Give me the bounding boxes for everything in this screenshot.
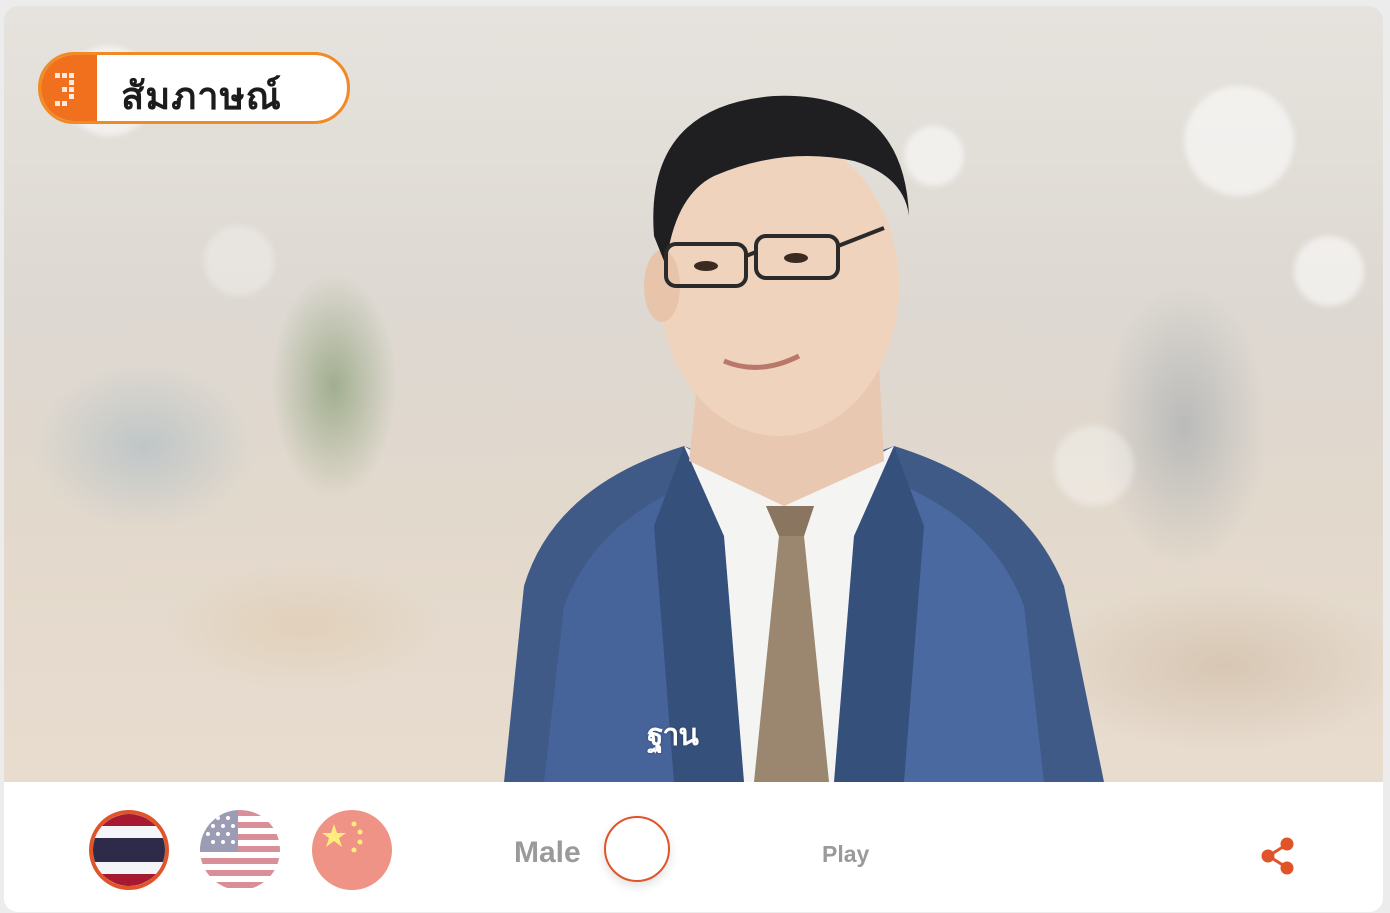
china-flag-icon[interactable]	[312, 810, 392, 890]
article-card: ฐาน สัมภาษณ์ Male Play	[4, 6, 1383, 912]
play-button[interactable]: Play	[822, 841, 869, 868]
category-badge: สัมภาษณ์	[38, 52, 350, 124]
publisher-logo-icon	[41, 55, 97, 121]
publisher-watermark: ฐาน	[647, 719, 699, 752]
audio-player-bar: Male Play	[4, 782, 1383, 912]
interview-photo: ฐาน สัมภาษณ์	[4, 6, 1383, 782]
voice-gender-label: Male	[514, 836, 581, 869]
share-icon[interactable]	[1258, 836, 1298, 876]
thai-flag-icon[interactable]	[89, 810, 169, 890]
category-label: สัมภาษณ์	[121, 76, 282, 118]
voice-gender-toggle[interactable]	[604, 816, 670, 882]
interviewee-portrait	[504, 95, 1104, 782]
us-flag-icon[interactable]	[200, 810, 280, 890]
